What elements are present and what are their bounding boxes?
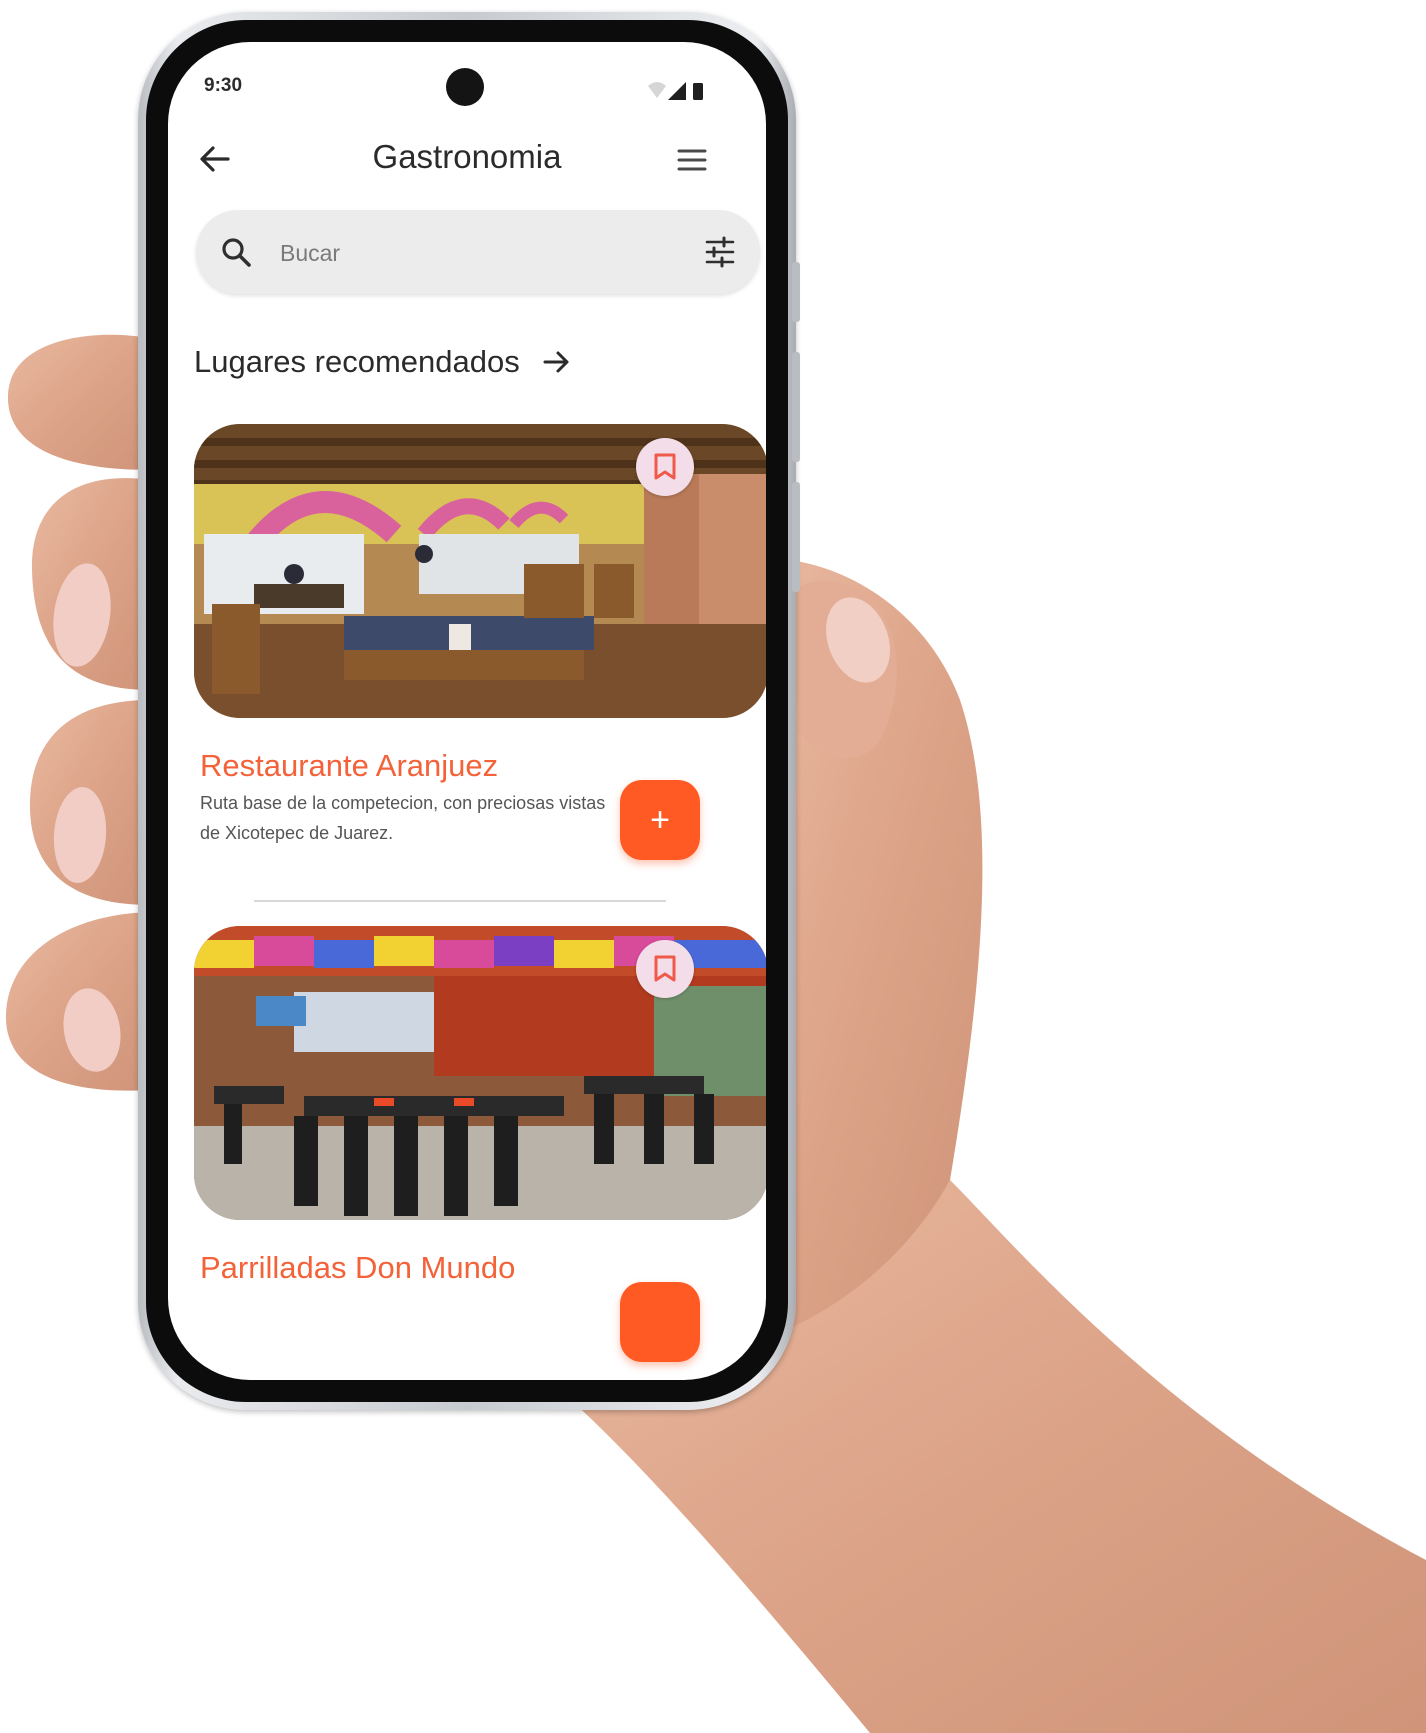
search-icon (222, 238, 251, 267)
signal-icon (668, 82, 686, 100)
add-button[interactable] (620, 1282, 700, 1362)
bookmark-icon (654, 453, 676, 480)
phone-bezel: 9:30 Gastronomia Bucar Lugares recomenda… (146, 20, 788, 1402)
arrow-left-icon[interactable] (196, 140, 234, 178)
wifi-icon (648, 82, 666, 98)
page-title: Gastronomia (372, 138, 562, 175)
phone-side-button (792, 482, 800, 592)
phone-frame: 9:30 Gastronomia Bucar Lugares recomenda… (138, 12, 800, 1410)
bookmark-button[interactable] (636, 940, 694, 998)
add-button[interactable]: + (620, 780, 700, 860)
battery-icon (693, 83, 703, 100)
phone-side-button (792, 352, 800, 462)
place-description: Ruta base de la competecion, con precios… (200, 793, 606, 843)
hamburger-menu-icon[interactable] (674, 142, 710, 178)
front-camera (446, 68, 484, 106)
bookmark-icon (654, 955, 676, 982)
search-bar (196, 210, 760, 294)
status-time: 9:30 (204, 75, 243, 96)
place-title[interactable]: Restaurante Aranjuez (200, 748, 498, 784)
section-header-recommended[interactable]: Lugares recomendados (194, 344, 572, 380)
mockup-stage: 9:30 Gastronomia Bucar Lugares recomenda… (0, 0, 1426, 1733)
status-icons (648, 82, 703, 100)
card-divider (254, 900, 666, 902)
section-title: Lugares recomendados (194, 344, 520, 379)
sliders-icon[interactable] (704, 236, 736, 268)
search-input[interactable] (278, 232, 662, 274)
arrow-right-icon (543, 351, 569, 373)
place-title[interactable]: Parrilladas Don Mundo (200, 1250, 515, 1286)
phone-screen: 9:30 Gastronomia Bucar Lugares recomenda… (168, 42, 766, 1380)
phone-side-button (792, 262, 800, 322)
bookmark-button[interactable] (636, 438, 694, 496)
